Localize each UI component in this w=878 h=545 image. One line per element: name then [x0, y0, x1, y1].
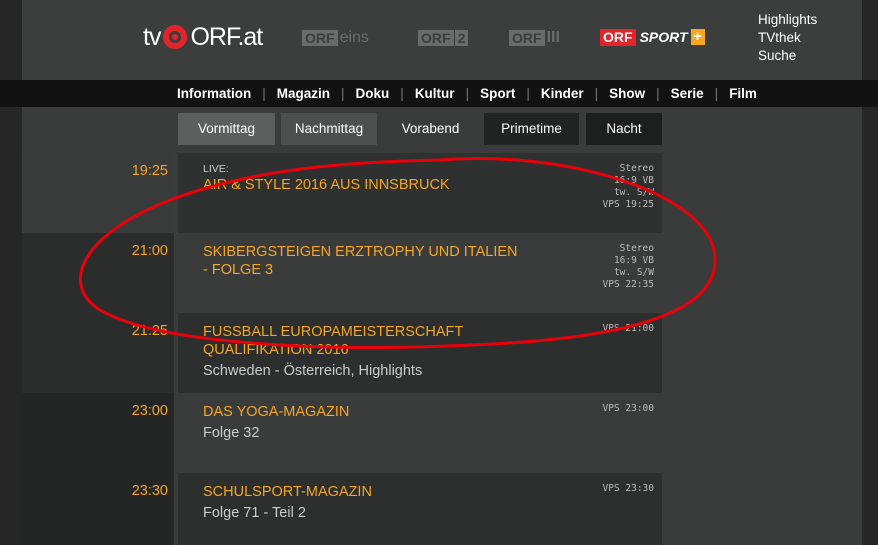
search-link[interactable]: Suche [758, 47, 817, 65]
channel-2-label: 2 [454, 30, 469, 46]
top-links: Highlights TVthek Suche [758, 11, 817, 65]
program-time: 21:00 [131, 243, 168, 259]
channel-orf-eins[interactable]: ORF eins [300, 28, 369, 48]
program-subtitle: Folge 71 - Teil 2 [203, 505, 306, 521]
program-meta: VPS 21:00 [603, 323, 654, 335]
program-title[interactable]: FUSSBALL EUROPAMEISTERSCHAFT [203, 323, 463, 341]
meta-vps: VPS 22:35 [602, 279, 654, 290]
program-title[interactable]: SCHULSPORT-MAGAZIN [203, 483, 372, 501]
tvthek-link[interactable]: TVthek [758, 29, 817, 47]
channel-sport-label: SPORT [639, 29, 688, 45]
logo-orf-text: ORF.at [190, 22, 263, 51]
channel-orf-sport-plus[interactable]: ORF SPORT + [600, 27, 705, 47]
program-meta: Stereo 16:9 VB tw. S/W VPS 19:25 [603, 163, 654, 211]
program-time: 21:25 [131, 323, 168, 339]
meta-audio: Stereo [619, 163, 654, 174]
highlights-link[interactable]: Highlights [758, 11, 817, 29]
meta-vps: VPS 23:30 [602, 483, 654, 494]
program-meta: VPS 23:30 [603, 483, 654, 495]
nav-magazin[interactable]: Magazin [266, 86, 341, 101]
nav-information[interactable]: Information [166, 86, 262, 101]
program-title-line2[interactable]: QUALIFIKATION 2016 [203, 341, 349, 359]
meta-format: 16:9 VB [613, 175, 654, 186]
program-title[interactable]: SKIBERGSTEIGEN ERZTROPHY UND ITALIEN [203, 243, 518, 261]
meta-vps: VPS 19:25 [602, 199, 654, 210]
channel-orf-box: ORF [418, 30, 454, 46]
category-nav: Information | Magazin | Doku | Kultur | Spor… [166, 80, 768, 107]
tab-primetime[interactable]: Primetime [484, 113, 579, 145]
channel-sport-orf-box: ORF [600, 28, 636, 46]
program-row[interactable]: SKIBERGSTEIGEN ERZTROPHY UND ITALIEN - F… [178, 233, 662, 313]
nav-serie[interactable]: Serie [660, 86, 715, 101]
meta-color: tw. S/W [613, 267, 654, 278]
channel-orf-2[interactable]: ORF 2 [416, 28, 469, 48]
program-title-line2[interactable]: - FOLGE 3 [203, 261, 273, 279]
logo-tv-text: tv [143, 22, 161, 51]
meta-vps: VPS 23:00 [602, 403, 654, 414]
program-meta: Stereo 16:9 VB tw. S/W VPS 22:35 [603, 243, 654, 291]
channel-iii-label: III [546, 29, 560, 46]
program-time: 23:00 [131, 403, 168, 419]
channel-eins-label: eins [339, 29, 369, 46]
meta-audio: Stereo [619, 243, 654, 254]
program-subtitle: Schweden - Österreich, Highlights [203, 363, 423, 379]
nav-show[interactable]: Show [598, 86, 656, 101]
tab-vormittag[interactable]: Vormittag [178, 113, 275, 145]
nav-sport[interactable]: Sport [469, 86, 526, 101]
program-meta: VPS 23:00 [603, 403, 654, 415]
category-nav-bar: Information | Magazin | Doku | Kultur | Spor… [0, 80, 878, 107]
meta-format: 16:9 VB [613, 255, 654, 266]
tab-nachmittag[interactable]: Nachmittag [281, 113, 377, 145]
orf-eye-icon [163, 25, 188, 49]
program-row[interactable]: FUSSBALL EUROPAMEISTERSCHAFT QUALIFIKATI… [178, 313, 662, 393]
program-title[interactable]: AIR & STYLE 2016 AUS INNSBRUCK [203, 176, 450, 194]
nav-kinder[interactable]: Kinder [530, 86, 595, 101]
meta-vps: VPS 21:00 [602, 323, 654, 334]
program-time: 19:25 [131, 163, 168, 179]
program-time: 23:30 [131, 483, 168, 499]
live-label: LIVE: [203, 163, 229, 175]
channel-orf-box: ORF [509, 30, 545, 46]
plus-icon: + [690, 29, 705, 45]
program-subtitle: Folge 32 [203, 425, 260, 441]
tab-vorabend[interactable]: Vorabend [384, 113, 477, 145]
meta-color: tw. S/W [613, 187, 654, 198]
nav-film[interactable]: Film [718, 86, 768, 101]
tab-nacht[interactable]: Nacht [586, 113, 662, 145]
program-row[interactable]: DAS YOGA-MAGAZIN Folge 32 VPS 23:00 [178, 393, 662, 473]
program-row[interactable]: SCHULSPORT-MAGAZIN Folge 71 - Teil 2 VPS… [178, 473, 662, 545]
channel-orf-box: ORF [302, 30, 338, 46]
channel-orf-iii[interactable]: ORF III [507, 28, 560, 48]
nav-doku[interactable]: Doku [345, 86, 401, 101]
nav-kultur[interactable]: Kultur [404, 86, 466, 101]
tv-orf-logo[interactable]: tv ORF.at [143, 22, 263, 52]
program-row[interactable]: LIVE: AIR & STYLE 2016 AUS INNSBRUCK Ste… [178, 153, 662, 233]
program-title[interactable]: DAS YOGA-MAGAZIN [203, 403, 349, 421]
